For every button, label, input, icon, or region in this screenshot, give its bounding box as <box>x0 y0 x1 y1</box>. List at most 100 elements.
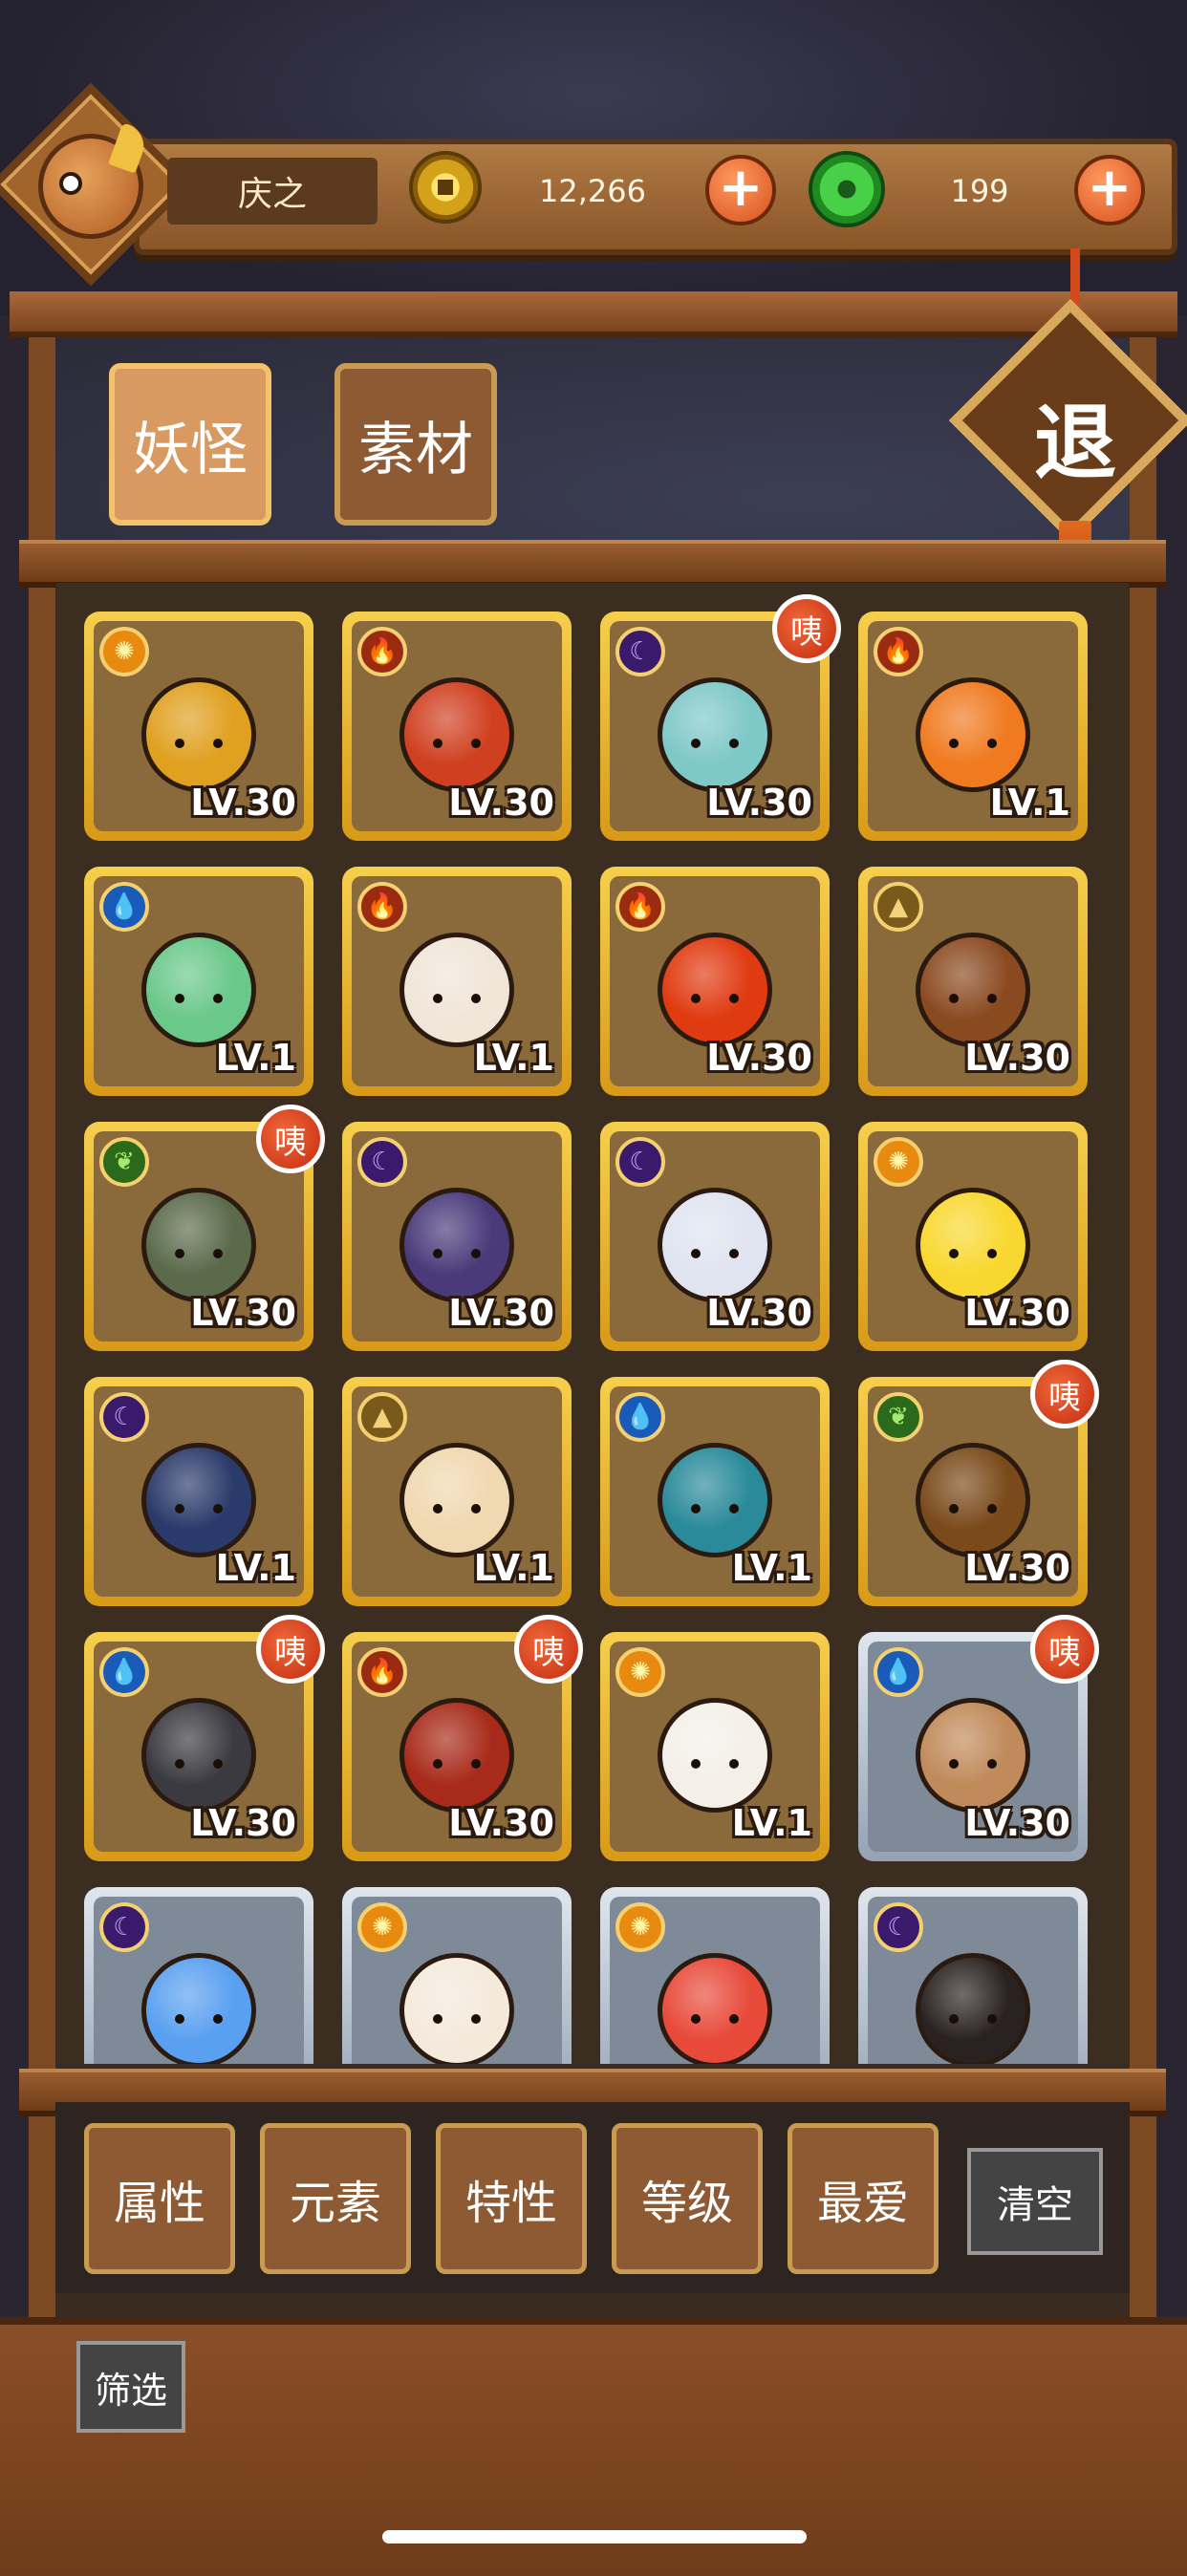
monster-level: LV.1 <box>989 782 1070 824</box>
monster-eyes <box>175 739 223 749</box>
gem-icon <box>809 151 885 227</box>
monster-eyes <box>949 994 997 1004</box>
monster-eyes <box>433 1249 481 1259</box>
monster-level: LV.30 <box>706 1292 812 1334</box>
monster-card[interactable]: 🔥 LV.30 <box>600 867 830 1096</box>
monster-card[interactable]: ✺ LV.1 <box>600 1632 830 1861</box>
monster-eyes <box>433 994 481 1004</box>
monster-card[interactable]: ✺ LV.30 <box>84 612 313 841</box>
add-gems-button[interactable]: + <box>1074 155 1145 225</box>
monster-portrait <box>916 1442 1030 1557</box>
home-indicator <box>382 2530 807 2544</box>
monster-card[interactable]: ☾ LV.30 <box>600 1122 830 1351</box>
monster-portrait <box>141 932 256 1047</box>
new-badge: 咦 <box>256 1105 325 1173</box>
monster-level: LV.1 <box>215 1037 296 1079</box>
monster-card-inner: ▲ LV.30 <box>868 876 1078 1086</box>
dark-element-icon: ☾ <box>99 1902 149 1952</box>
monster-card-inner: 🔥 LV.30 <box>610 876 820 1086</box>
monster-card[interactable]: ✺ LV.30 <box>858 1122 1088 1351</box>
monster-eyes <box>691 1759 739 1770</box>
tab-monsters[interactable]: 妖怪 <box>109 363 271 526</box>
monster-portrait <box>399 1952 514 2064</box>
filter-attribute-button[interactable]: 属性 <box>84 2123 235 2274</box>
monster-portrait <box>916 1187 1030 1302</box>
exit-label[interactable]: 退 <box>1013 373 1137 497</box>
tab-materials[interactable]: 素材 <box>335 363 497 526</box>
player-name: 庆之 <box>167 158 378 225</box>
monster-level: LV.30 <box>190 1292 296 1334</box>
monster-card[interactable]: 💧 LV.1 <box>84 867 313 1096</box>
dark-element-icon: ☾ <box>357 1137 407 1187</box>
monster-card[interactable]: ▲ LV.30 <box>858 867 1088 1096</box>
monster-eyes <box>949 739 997 749</box>
monster-portrait <box>658 1187 772 1302</box>
monster-eyes <box>433 2014 481 2025</box>
monster-level: LV.30 <box>448 1802 554 1844</box>
filter-element-button[interactable]: 元素 <box>260 2123 411 2274</box>
clear-filter-button[interactable]: 清空 <box>967 2148 1103 2255</box>
fire-element-icon: 🔥 <box>357 882 407 932</box>
shelf-divider-top <box>19 540 1166 588</box>
monster-portrait <box>399 676 514 792</box>
monster-card-inner: 🔥 LV.1 <box>868 621 1078 831</box>
filter-trait-button[interactable]: 特性 <box>436 2123 587 2274</box>
monster-card-inner: ☾ LV.30 <box>352 1131 562 1342</box>
cabinet-top-beam <box>10 291 1177 337</box>
monster-eyes <box>949 1759 997 1770</box>
light-element-icon: ✺ <box>99 627 149 676</box>
monster-card[interactable]: 💧 LV.1 <box>600 1377 830 1606</box>
monster-portrait <box>141 1952 256 2064</box>
monster-card[interactable]: 🔥 LV.1 <box>858 612 1088 841</box>
monster-level: LV.30 <box>964 1547 1070 1589</box>
new-badge: 咦 <box>1030 1360 1099 1428</box>
filter-favorite-button[interactable]: 最爱 <box>788 2123 939 2274</box>
monster-card-inner: ✺ <box>352 1897 562 2064</box>
new-badge: 咦 <box>772 594 841 663</box>
monster-portrait <box>399 1697 514 1813</box>
new-badge: 咦 <box>1030 1615 1099 1684</box>
filter-level-button[interactable]: 等级 <box>612 2123 763 2274</box>
monster-card-inner: ☾ LV.1 <box>94 1386 304 1597</box>
gem-count: 199 <box>950 173 1009 209</box>
monster-card[interactable]: ☾ <box>858 1887 1088 2064</box>
monster-portrait <box>658 932 772 1047</box>
filter-tag[interactable]: 筛选 <box>76 2341 185 2433</box>
monster-level: LV.1 <box>215 1547 296 1589</box>
add-coins-button[interactable]: + <box>705 155 776 225</box>
monster-card-inner: ☾ <box>94 1897 304 2064</box>
monster-level: LV.30 <box>964 1802 1070 1844</box>
water-element-icon: 💧 <box>615 1392 665 1442</box>
monster-eyes <box>691 2014 739 2025</box>
monster-eyes <box>433 739 481 749</box>
dark-element-icon: ☾ <box>615 627 665 676</box>
monster-card[interactable]: 🔥 LV.30 <box>342 612 572 841</box>
monster-eyes <box>433 1504 481 1514</box>
monster-level: LV.30 <box>964 1037 1070 1079</box>
monster-card[interactable]: ▲ LV.1 <box>342 1377 572 1606</box>
monster-card-inner: 💧 LV.1 <box>610 1386 820 1597</box>
monster-level: LV.30 <box>448 1292 554 1334</box>
monster-portrait <box>658 1442 772 1557</box>
light-element-icon: ✺ <box>874 1137 923 1187</box>
monster-eyes <box>691 994 739 1004</box>
water-element-icon: 💧 <box>874 1647 923 1697</box>
monster-card[interactable]: ☾ LV.1 <box>84 1377 313 1606</box>
monster-card[interactable]: ☾ <box>84 1887 313 2064</box>
monster-eyes <box>691 1504 739 1514</box>
monster-card-inner: ✺ LV.1 <box>610 1642 820 1852</box>
earth-element-icon: ▲ <box>874 882 923 932</box>
monster-card[interactable]: ✺ <box>342 1887 572 2064</box>
monster-portrait <box>399 1187 514 1302</box>
monster-card[interactable]: ☾ LV.30 <box>342 1122 572 1351</box>
monster-eyes <box>691 739 739 749</box>
dark-element-icon: ☾ <box>615 1137 665 1187</box>
monster-level: LV.30 <box>706 782 812 824</box>
monster-card[interactable]: 🔥 LV.1 <box>342 867 572 1096</box>
monster-card-inner: ✺ <box>610 1897 820 2064</box>
coin-icon <box>409 151 482 224</box>
monster-card-inner: ☾ LV.30 <box>610 1131 820 1342</box>
monster-card[interactable]: ✺ <box>600 1887 830 2064</box>
monster-level: LV.30 <box>190 782 296 824</box>
monster-portrait <box>916 1697 1030 1813</box>
